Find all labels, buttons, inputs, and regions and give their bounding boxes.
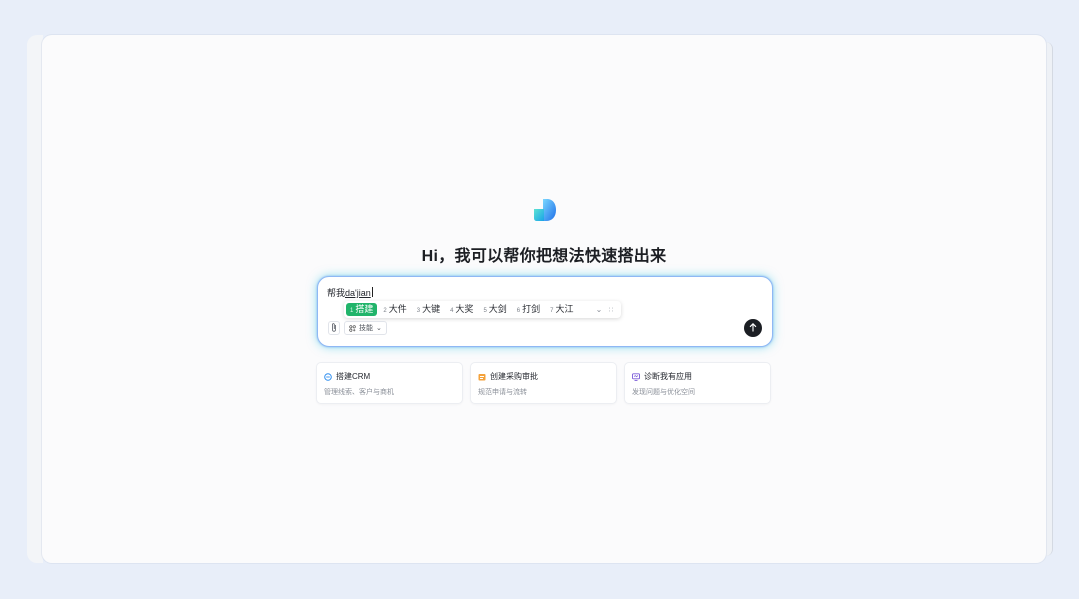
- candidate-number: 7: [550, 308, 554, 314]
- candidate-text: 大键: [422, 304, 441, 314]
- paperclip-icon[interactable]: [328, 321, 340, 335]
- app-logo-icon: [534, 199, 556, 221]
- ime-candidate[interactable]: 7 大江: [546, 303, 577, 316]
- crm-icon: [324, 372, 332, 381]
- suggestion-card-approval[interactable]: 创建采购审批 规范申请与流转: [470, 362, 617, 404]
- candidate-text: 搭建: [355, 304, 374, 314]
- candidate-number: 2: [383, 308, 387, 314]
- candidate-number: 4: [450, 308, 454, 314]
- skill-mode-label: 技能: [359, 325, 373, 332]
- candidate-number: 3: [416, 308, 421, 314]
- app-window: Hi，我可以帮你把想法快速搭出来 帮我da'jian 1 搭建 2 大件 3 大…: [42, 35, 1046, 563]
- ime-candidate[interactable]: 3 大键: [413, 303, 444, 316]
- candidate-text: 大江: [555, 304, 574, 314]
- card-subtitle: 发现问题与优化空间: [632, 389, 695, 396]
- prompt-text: 帮我: [327, 288, 346, 298]
- ime-candidate[interactable]: 2 大件: [379, 303, 410, 316]
- ime-candidate-bar: 1 搭建 2 大件 3 大键 4 大奖 5 大剑 6 打剑 7 大江 ⌄ ∷: [344, 301, 621, 318]
- skills-icon: [349, 324, 356, 332]
- chevron-down-icon: ⌄: [376, 325, 382, 332]
- candidate-text: 打剑: [522, 304, 541, 314]
- page-title: Hi，我可以帮你把想法快速搭出来: [421, 248, 667, 265]
- card-subtitle: 规范申请与流转: [478, 389, 527, 396]
- chevron-down-icon[interactable]: ⌄: [594, 305, 604, 314]
- send-button[interactable]: [744, 319, 762, 337]
- candidate-text: 大件: [388, 304, 407, 314]
- candidate-text: 大奖: [455, 304, 474, 314]
- ime-candidate[interactable]: 5 大剑: [479, 303, 510, 316]
- card-title: 创建采购审批: [490, 372, 538, 381]
- candidate-number: 5: [483, 308, 487, 314]
- candidate-number: 6: [516, 308, 521, 314]
- ime-candidate[interactable]: 6 打剑: [513, 303, 544, 316]
- window-left-edge: [27, 35, 43, 563]
- text-caret: [371, 287, 373, 297]
- suggestion-card-crm[interactable]: 搭建CRM 管理线索、客户与商机: [316, 362, 463, 404]
- card-title: 诊断我有应用: [644, 372, 692, 381]
- approval-icon: [478, 373, 486, 380]
- window-right-scrollbar[interactable]: [1046, 42, 1053, 556]
- candidate-text: 大剑: [488, 304, 507, 314]
- card-subtitle: 管理线索、客户与商机: [324, 389, 394, 396]
- skill-mode-select[interactable]: 技能 ⌄: [344, 321, 387, 335]
- grid-icon[interactable]: ∷: [604, 306, 618, 314]
- suggestion-card-diagnose[interactable]: 诊断我有应用 发现问题与优化空间: [624, 362, 771, 404]
- prompt-input[interactable]: 帮我da'jian: [327, 286, 373, 299]
- ime-pinyin: da'jian: [345, 288, 371, 298]
- card-title: 搭建CRM: [336, 372, 371, 381]
- monitor-icon: [632, 372, 640, 381]
- ime-candidate[interactable]: 4 大奖: [446, 303, 477, 316]
- candidate-number: 1: [350, 308, 354, 314]
- prompt-composer[interactable]: 帮我da'jian 1 搭建 2 大件 3 大键 4 大奖 5 大剑 6 打剑 …: [317, 276, 773, 347]
- ime-candidate[interactable]: 1 搭建: [346, 303, 378, 316]
- arrow-up-icon: [749, 323, 757, 332]
